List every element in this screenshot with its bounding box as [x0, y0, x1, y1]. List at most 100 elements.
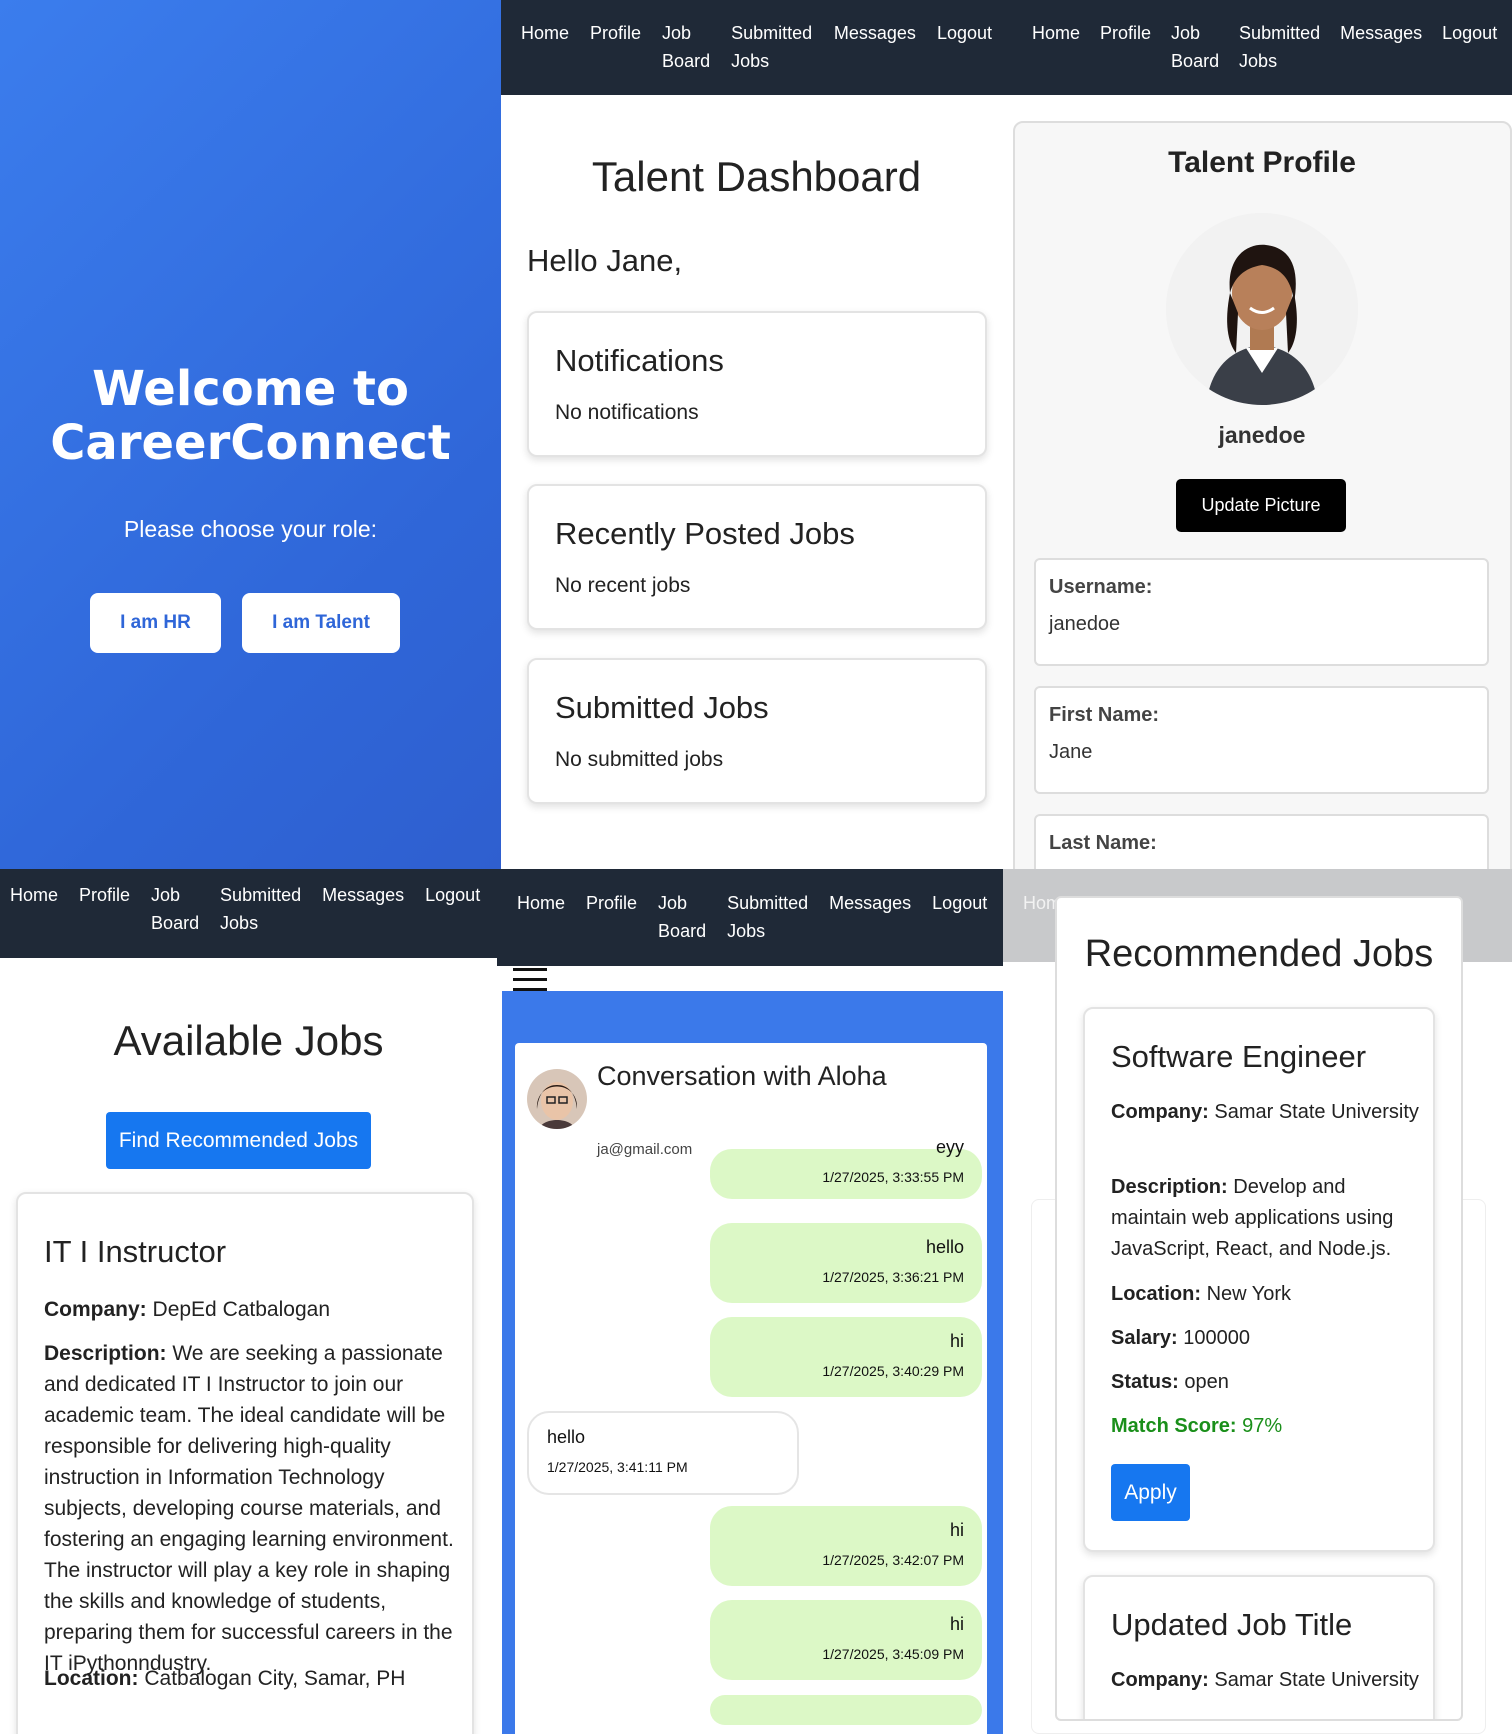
nav-job-board[interactable]: Job Board [1171, 19, 1219, 95]
message-time: 1/27/2025, 3:33:55 PM [822, 1169, 964, 1185]
message-text: hello [547, 1427, 586, 1447]
message-text: hi [949, 1331, 964, 1351]
role-prompt: Please choose your role: [123, 516, 378, 542]
card-text: No recent jobs [555, 574, 691, 597]
card-title: Recently Posted Jobs [555, 516, 855, 551]
profile-title: Talent Profile [1168, 146, 1356, 179]
company-value: Samar State University [1214, 1669, 1419, 1691]
conversation-title: Conversation with Aloha [597, 1061, 887, 1091]
avatar [527, 1069, 587, 1129]
nav-submitted-jobs[interactable]: Submitted Jobs [220, 881, 301, 958]
nav-messages[interactable]: Messages [834, 19, 916, 95]
nav-logout[interactable]: Logout [932, 889, 987, 966]
nav-logout[interactable]: Logout [937, 19, 992, 95]
job-title: Software Engineer [1111, 1039, 1367, 1074]
apply-button[interactable]: Apply [1111, 1464, 1190, 1521]
greeting: Hello Jane, [527, 243, 683, 278]
username-field: Username: janedoe [1034, 558, 1489, 666]
nav-submitted-jobs[interactable]: Submitted Jobs [1239, 19, 1320, 95]
field-label: First Name: [1049, 704, 1160, 726]
nav-home[interactable]: Home [1032, 19, 1080, 95]
chat-message: hello 1/27/2025, 3:36:21 PM [710, 1223, 982, 1303]
description-label: Description: [1111, 1176, 1228, 1198]
message-time: 1/27/2025, 3:45:09 PM [822, 1646, 964, 1662]
nav-job-board[interactable]: Job Board [662, 19, 710, 95]
welcome-title-line2: CareerConnect [50, 415, 451, 471]
recent-jobs-card: Recently Posted Jobs No recent jobs [527, 484, 987, 630]
status-value: open [1184, 1371, 1229, 1393]
nav-profile[interactable]: Profile [586, 889, 637, 966]
match-label: Match Score: [1111, 1415, 1237, 1437]
company-label: Company: [1111, 1101, 1209, 1123]
job-location: Location: New York [1111, 1279, 1421, 1310]
card-text: No submitted jobs [555, 748, 724, 771]
dashboard-title: Talent Dashboard [591, 153, 922, 200]
field-label: Username: [1049, 576, 1153, 598]
contact-email: ja@gmail.com [597, 1141, 693, 1158]
nav-home[interactable]: Home [517, 889, 565, 966]
top-nav: Home Profile Job Board Submitted Jobs Me… [497, 869, 1003, 966]
nav-job-board[interactable]: Job Board [658, 889, 706, 966]
nav-overlay [1003, 869, 1512, 962]
welcome-title: Welcome to CareerConnect [0, 362, 501, 470]
job-description: Description: Develop and maintain web ap… [1111, 1172, 1421, 1265]
update-picture-button[interactable]: Update Picture [1176, 479, 1346, 532]
top-nav: Home Profile Job Board Submitted Jobs Me… [501, 0, 1012, 95]
hr-role-button[interactable]: I am HR [90, 593, 221, 653]
company-value: Samar State University [1214, 1101, 1419, 1123]
contact-photo-icon [527, 1069, 587, 1129]
nav-profile[interactable]: Profile [1100, 19, 1151, 95]
card-title: Notifications [555, 343, 724, 378]
card-text: No notifications [555, 401, 699, 424]
last-name-field: Last Name: [1034, 814, 1489, 869]
nav-submitted-jobs[interactable]: Submitted Jobs [731, 19, 813, 95]
nav-home[interactable]: Home [10, 881, 58, 958]
nav-profile[interactable]: Profile [79, 881, 130, 958]
recommended-jobs-modal: Recommended Jobs Software Engineer Compa… [1055, 896, 1463, 1721]
job-title: IT I Instructor [44, 1234, 227, 1269]
nav-messages[interactable]: Messages [1340, 19, 1422, 95]
conversation-window: Conversation with Aloha ja@gmail.com eyy… [515, 1043, 987, 1734]
status-label: Status: [1111, 1371, 1179, 1393]
message-text: hello [925, 1237, 964, 1257]
match-score: Match Score: 97% [1111, 1411, 1421, 1442]
salary-label: Salary: [1111, 1327, 1178, 1349]
job-company: Company: Samar State University [1111, 1665, 1421, 1696]
profile-username: janedoe [1218, 422, 1306, 448]
job-location: Location: Catbalogan City, Samar, PH [44, 1663, 454, 1694]
job-card: Software Engineer Company: Samar State U… [1083, 1007, 1435, 1552]
job-card: Updated Job Title Company: Samar State U… [1083, 1575, 1435, 1719]
company-label: Company: [44, 1298, 147, 1321]
nav-submitted-jobs[interactable]: Submitted Jobs [727, 889, 808, 966]
profile-panel: Home Profile Job Board Submitted Jobs Me… [1012, 0, 1512, 869]
field-value: janedoe [1049, 613, 1121, 635]
nav-logout[interactable]: Logout [1442, 19, 1497, 95]
top-nav: Home Profile Job Board Submitted Jobs Me… [0, 869, 497, 958]
talent-role-button[interactable]: I am Talent [242, 593, 400, 653]
dashboard-panel: Home Profile Job Board Submitted Jobs Me… [501, 0, 1012, 869]
field-label: Last Name: [1049, 832, 1157, 854]
available-jobs-panel: Home Profile Job Board Submitted Jobs Me… [0, 869, 497, 1734]
avatar [1166, 213, 1358, 405]
nav-messages[interactable]: Messages [322, 881, 404, 958]
top-nav: Home Profile Job Board Submitted Jobs Me… [1012, 0, 1512, 95]
match-value: 97% [1242, 1415, 1283, 1437]
nav-job-board[interactable]: Job Board [151, 881, 199, 958]
message-time: 1/27/2025, 3:36:21 PM [822, 1269, 964, 1285]
nav-home[interactable]: Home [521, 19, 569, 95]
salary-value: 100000 [1183, 1327, 1251, 1349]
job-card: IT I Instructor Company: DepEd Catbaloga… [16, 1192, 474, 1734]
job-company: Company: Samar State University [1111, 1097, 1421, 1128]
company-label: Company: [1111, 1669, 1209, 1691]
nav-logout[interactable]: Logout [425, 881, 480, 958]
nav-profile[interactable]: Profile [590, 19, 641, 95]
chat-message-partial [710, 1695, 982, 1725]
company-value: DepEd Catbalogan [152, 1298, 330, 1321]
submitted-jobs-card: Submitted Jobs No submitted jobs [527, 658, 987, 804]
field-value: Jane [1049, 741, 1093, 763]
message-time: 1/27/2025, 3:42:07 PM [822, 1552, 964, 1568]
notifications-card: Notifications No notifications [527, 311, 987, 457]
nav-messages[interactable]: Messages [829, 889, 911, 966]
job-company: Company: DepEd Catbalogan [44, 1294, 454, 1325]
find-recommended-jobs-button[interactable]: Find Recommended Jobs [106, 1112, 371, 1169]
